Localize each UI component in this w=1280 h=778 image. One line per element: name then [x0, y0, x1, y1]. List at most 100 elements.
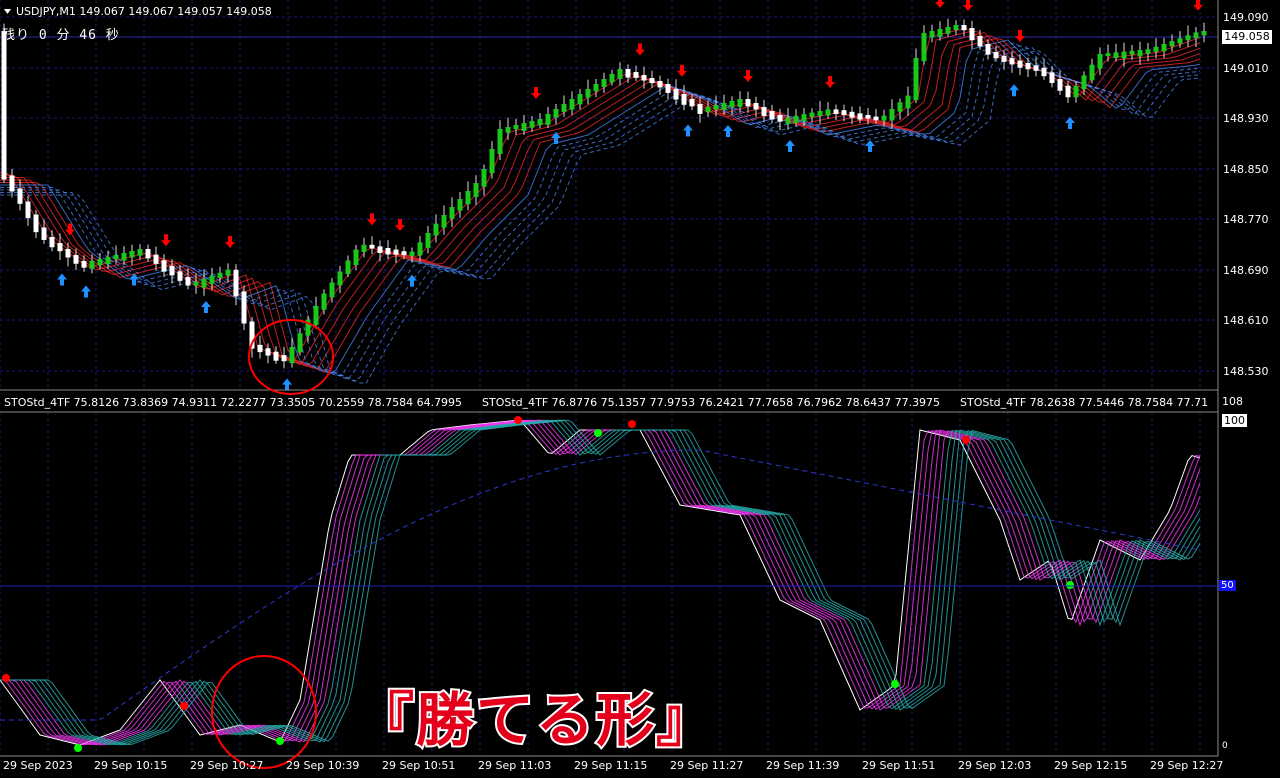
- bull-candle: [713, 105, 719, 110]
- bull-candle: [609, 74, 615, 83]
- ribbon-line: [0, 45, 1201, 381]
- bear-candle: [841, 110, 847, 116]
- bull-candle: [449, 207, 455, 219]
- bull-candle: [433, 223, 439, 236]
- time-label: 29 Sep 11:39: [766, 759, 840, 772]
- sell-signal-dot: [628, 420, 636, 428]
- chart-grid: [0, 0, 1218, 756]
- chart-canvas[interactable]: [0, 0, 1280, 778]
- bull-candle: [929, 31, 935, 38]
- bull-candle: [321, 293, 327, 310]
- bull-candle: [913, 58, 919, 100]
- bull-candle: [729, 101, 735, 108]
- bull-candle: [1073, 86, 1079, 98]
- bear-candle: [681, 94, 687, 105]
- bull-candle: [585, 89, 591, 98]
- down-arrow-icon: [635, 43, 645, 56]
- caption-overlay: 『勝てる形』: [354, 684, 717, 756]
- bull-candle: [441, 215, 447, 228]
- ribbon-line: [0, 31, 1201, 367]
- bull-candle: [1097, 54, 1103, 69]
- time-label: 29 Sep 12:03: [958, 759, 1032, 772]
- bull-candle: [425, 233, 431, 248]
- down-arrow-icon: [743, 70, 753, 82]
- bull-candle: [129, 251, 135, 258]
- bull-candle: [201, 278, 207, 288]
- bear-candle: [1065, 85, 1071, 98]
- bull-candle: [1105, 53, 1111, 57]
- bear-candle: [25, 201, 31, 219]
- bull-candle: [737, 99, 743, 107]
- ribbon-line: [0, 37, 1201, 373]
- bull-candle: [881, 115, 887, 121]
- highlight-circle-indicator: [211, 655, 317, 769]
- up-arrow-icon: [282, 378, 292, 391]
- bear-candle: [865, 115, 871, 119]
- price-label: 148.690: [1223, 264, 1269, 277]
- sell-signal-dot: [2, 674, 10, 682]
- down-arrow-icon: [1015, 30, 1025, 42]
- current-price-badge: 149.058: [1222, 30, 1272, 44]
- bear-candle: [1049, 72, 1055, 83]
- bear-candle: [257, 344, 263, 353]
- down-arrow-icon: [963, 0, 973, 11]
- bull-candle: [905, 95, 911, 109]
- price-label: 148.610: [1223, 314, 1269, 327]
- bear-candle: [401, 251, 407, 256]
- down-arrow-icon: [395, 219, 405, 231]
- bear-candle: [1017, 60, 1023, 68]
- time-label: 29 Sep 10:39: [286, 759, 360, 772]
- bull-candle: [889, 109, 895, 121]
- bull-candle: [1129, 50, 1135, 55]
- bear-candle: [177, 271, 183, 281]
- bull-candle: [521, 123, 527, 131]
- down-arrow-icon: [161, 234, 171, 247]
- down-arrow-icon: [825, 76, 835, 88]
- indicator-level-50: 50: [1219, 580, 1236, 591]
- dropdown-triangle-icon: [4, 9, 11, 14]
- bull-candle: [601, 79, 607, 88]
- up-arrow-icon: [57, 273, 67, 286]
- bear-candle: [969, 28, 975, 41]
- bull-candle: [537, 119, 543, 126]
- bull-candle: [1137, 50, 1143, 57]
- bull-candle: [801, 114, 807, 122]
- time-label: 29 Sep 11:15: [574, 759, 648, 772]
- bull-candle: [97, 259, 103, 266]
- ribbon-line: [0, 30, 1201, 366]
- bull-candle: [1113, 52, 1119, 59]
- bull-candle: [1201, 31, 1207, 36]
- bear-candle: [369, 244, 375, 249]
- bull-candle: [1185, 35, 1191, 41]
- down-arrow-icon: [677, 64, 687, 77]
- time-label: 29 Sep 11:03: [478, 759, 552, 772]
- bull-candle: [289, 347, 295, 364]
- bull-candle: [705, 107, 711, 113]
- bull-candle: [593, 84, 599, 92]
- indicator-label: STOStd_4TF 76.8776 75.1357 77.9753 76.24…: [482, 396, 941, 409]
- bear-candle: [769, 111, 775, 120]
- bull-candle: [313, 305, 319, 325]
- buy-signal-dot: [1066, 581, 1074, 589]
- up-arrow-icon: [1009, 84, 1019, 97]
- bull-candle: [409, 251, 415, 257]
- bear-candle: [641, 75, 647, 81]
- bull-candle: [297, 333, 303, 353]
- bear-candle: [161, 260, 167, 272]
- buy-signal-dot: [74, 744, 82, 752]
- bear-candle: [961, 25, 967, 31]
- bear-candle: [689, 99, 695, 107]
- bull-candle: [209, 275, 215, 284]
- bear-candle: [857, 113, 863, 120]
- bear-candle: [385, 248, 391, 255]
- bull-candle: [193, 281, 199, 286]
- symbol-header[interactable]: USDJPY,M1 149.067 149.067 149.057 149.05…: [16, 5, 272, 18]
- up-arrow-icon: [723, 125, 733, 137]
- bull-candle: [721, 103, 727, 111]
- bull-candle: [945, 27, 951, 34]
- bull-candle: [513, 125, 519, 130]
- indicator-level-100: 100: [1222, 414, 1247, 427]
- bull-candle: [113, 255, 119, 260]
- bull-candle: [417, 242, 423, 256]
- time-label: 29 Sep 10:15: [94, 759, 168, 772]
